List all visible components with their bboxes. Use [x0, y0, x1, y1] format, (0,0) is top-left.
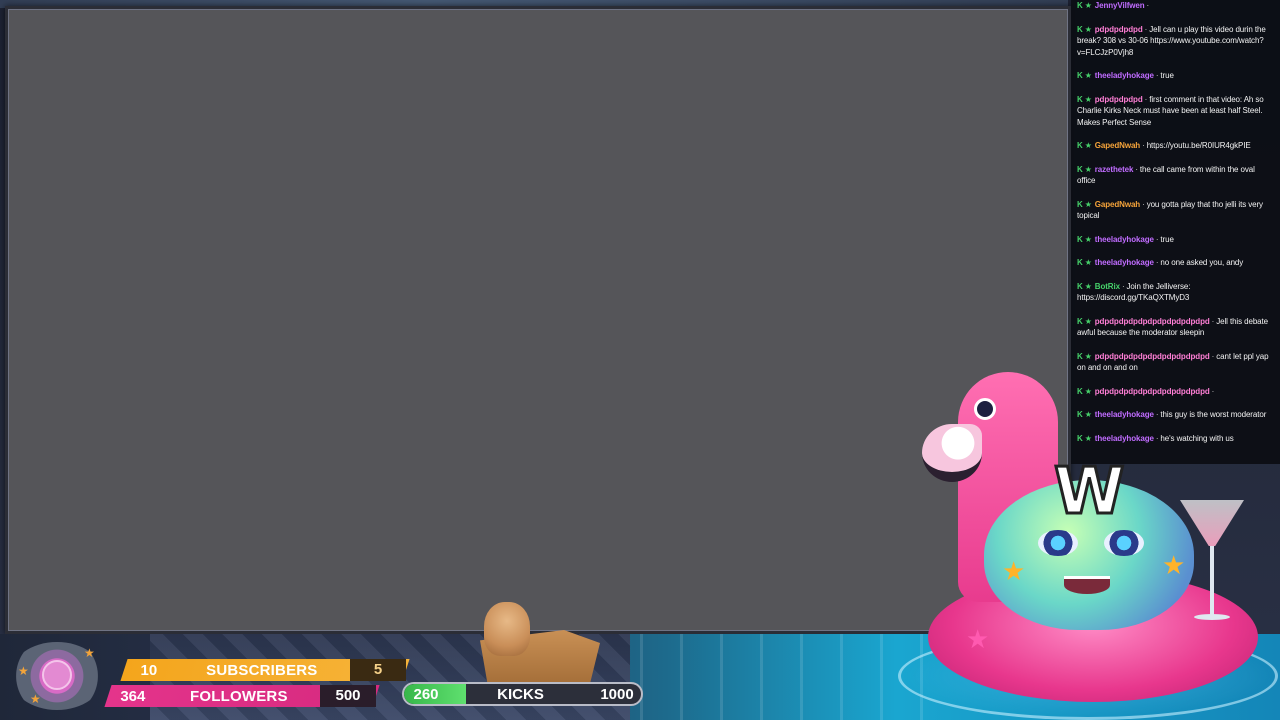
followers-goal-bar: 364 FOLLOWERS 500 — [104, 685, 380, 707]
star-icon: ★ — [84, 646, 95, 660]
subscribers-label: SUBSCRIBERS — [206, 661, 318, 679]
check-badge-icon: K — [1077, 199, 1083, 209]
chat-username[interactable]: GapedNwah — [1095, 141, 1140, 150]
chat-username[interactable]: theeladyhokage — [1095, 258, 1154, 267]
kicks-label: KICKS — [497, 685, 544, 703]
chat-separator: · — [1155, 234, 1159, 244]
chat-text: true — [1160, 234, 1174, 244]
chat-text: true — [1160, 71, 1174, 80]
chat-message: K ★ theeladyhokage · true — [1077, 70, 1274, 82]
check-badge-icon: K — [1077, 141, 1083, 150]
star-badge-icon: ★ — [1084, 281, 1092, 291]
flamingo-eye-icon — [974, 398, 996, 420]
star-icon: ★ — [30, 692, 41, 706]
chat-separator: · — [1144, 24, 1148, 34]
star-badge-icon: ★ — [1084, 351, 1092, 361]
check-badge-icon: K — [1077, 1, 1083, 10]
chat-text: no one asked you, andy — [1160, 258, 1244, 267]
star-badge-icon: ★ — [1084, 164, 1092, 174]
jelly-eye-left — [1038, 530, 1078, 556]
cat-in-box-icon — [440, 600, 610, 682]
chat-message: K ★ pdpdpdpdpd · first comment in that video… — [1077, 94, 1274, 129]
cat-icon — [484, 602, 530, 656]
kicks-target: 1000 — [600, 685, 634, 703]
chat-message: K ★ JennyVilfwen · — [1077, 0, 1274, 12]
star-badge-icon: ★ — [1084, 316, 1092, 326]
subscribers-current: 10 — [140, 661, 158, 679]
chat-username[interactable]: razethetek — [1095, 165, 1134, 174]
check-badge-icon: K — [1077, 234, 1083, 244]
chat-message: K ★ theeladyhokage · no one asked you, andy — [1077, 257, 1274, 269]
chat-username[interactable]: BotRix — [1095, 282, 1120, 291]
chat-separator: · — [1121, 281, 1125, 291]
chat-separator: · — [1155, 258, 1159, 267]
kicks-goal-bar: 260 KICKS 1000 — [402, 682, 643, 706]
channel-logo-icon: ★ ★ ★ — [10, 642, 104, 710]
chat-username[interactable]: theeladyhokage — [1095, 235, 1154, 244]
star-badge-icon: ★ — [1084, 1, 1092, 10]
chat-message: K ★ pdpdpdpdpd · Jell can u play this video … — [1077, 24, 1274, 59]
chat-username[interactable]: JennyVilfwen — [1095, 1, 1145, 10]
star-icon: ★ — [1002, 556, 1026, 586]
star-badge-icon: ★ — [1084, 141, 1092, 150]
jelly-mouth — [1064, 576, 1110, 594]
subscribers-goal-bar: 10 SUBSCRIBERS 5 — [120, 659, 410, 681]
chat-text: https://youtu.be/R0IUR4gkPIE — [1146, 141, 1251, 150]
star-badge-icon: ★ — [1084, 258, 1092, 267]
glass-stem — [1210, 546, 1214, 616]
chat-message: K ★ razethetek · the call came from within t… — [1077, 164, 1274, 187]
check-badge-icon: K — [1077, 24, 1083, 34]
chat-message: K ★ pdpdpdpdpdpdpdpdpdpdpdpd · cant let ppl … — [1077, 351, 1274, 374]
jelly-eye-right — [1104, 530, 1144, 556]
chat-username[interactable]: pdpdpdpdpdpdpdpdpdpdpdpd — [1095, 352, 1210, 361]
flamingo-beak — [922, 424, 982, 482]
chat-message: K ★ pdpdpdpdpdpdpdpdpdpdpdpd · Jell this deb… — [1077, 316, 1274, 339]
chat-separator: · — [1144, 94, 1148, 104]
cocktail-glass-icon — [1180, 500, 1244, 630]
gameplay-frame — [5, 6, 1071, 634]
followers-current: 364 — [120, 687, 146, 705]
check-badge-icon: K — [1077, 71, 1083, 80]
chat-separator: · — [1155, 71, 1159, 80]
star-icon: ★ — [18, 664, 29, 678]
chat-separator: · — [1142, 141, 1145, 150]
star-badge-icon: ★ — [1084, 24, 1092, 34]
flamingo-float-mascot: W ★ ★ ★ — [898, 372, 1278, 720]
check-badge-icon: K — [1077, 164, 1083, 174]
check-badge-icon: K — [1077, 316, 1083, 326]
window-decor — [640, 634, 940, 720]
logo-face-icon — [42, 660, 72, 690]
chat-message: K ★ theeladyhokage · true — [1077, 234, 1274, 246]
chat-separator: · — [1142, 199, 1145, 209]
star-icon: ★ — [1162, 550, 1186, 580]
followers-label: FOLLOWERS — [190, 687, 288, 705]
check-badge-icon: K — [1077, 281, 1083, 291]
star-badge-icon: ★ — [1084, 94, 1092, 104]
chat-message: K ★ GapedNwah · https://youtu.be/R0IUR4gkPIE — [1077, 140, 1274, 152]
chat-username[interactable]: GapedNwah — [1095, 200, 1140, 209]
chat-username[interactable]: pdpdpdpdpd — [1095, 25, 1143, 34]
chat-separator: · — [1211, 351, 1215, 361]
followers-target: 500 — [320, 685, 376, 707]
glass-bowl — [1180, 500, 1244, 546]
chat-separator: · — [1135, 164, 1138, 174]
check-badge-icon: K — [1077, 258, 1083, 267]
kicks-current: 260 — [413, 685, 439, 703]
chat-separator: · — [1211, 316, 1215, 326]
chat-username[interactable]: theeladyhokage — [1095, 71, 1154, 80]
check-badge-icon: K — [1077, 94, 1083, 104]
check-badge-icon: K — [1077, 351, 1083, 361]
chat-username[interactable]: pdpdpdpdpdpdpdpdpdpdpdpd — [1095, 317, 1210, 326]
w-letter-label: W — [1053, 455, 1127, 529]
chat-message: K ★ BotRix · Join the Jelliverse: https://di… — [1077, 281, 1274, 304]
star-icon: ★ — [966, 624, 990, 654]
subscribers-target: 5 — [350, 659, 406, 681]
chat-separator: · — [1146, 1, 1150, 10]
chat-username[interactable]: pdpdpdpdpd — [1095, 95, 1143, 104]
glass-base — [1194, 614, 1230, 620]
star-badge-icon: ★ — [1084, 199, 1092, 209]
chat-message: K ★ GapedNwah · you gotta play that tho jell… — [1077, 199, 1274, 222]
star-badge-icon: ★ — [1084, 234, 1092, 244]
star-badge-icon: ★ — [1084, 71, 1092, 80]
